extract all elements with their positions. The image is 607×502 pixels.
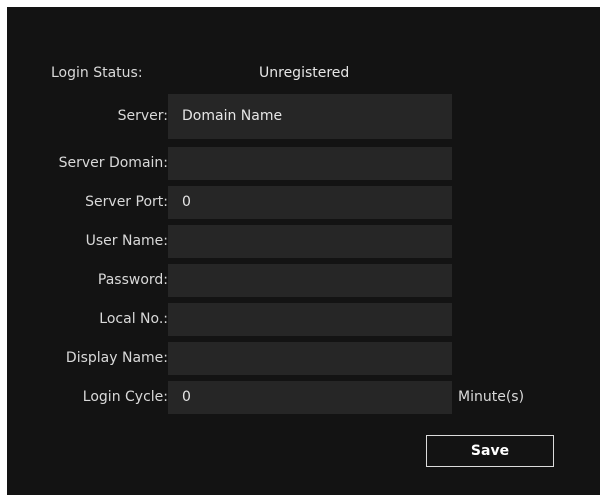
login-status-label: Login Status: [51, 65, 143, 81]
server-domain-row: Server Domain: [7, 147, 600, 180]
user-name-row: User Name: [7, 225, 600, 258]
login-status-row: Login Status: Unregistered [7, 57, 600, 90]
server-label: Server: [117, 108, 168, 124]
server-row: Server: Domain Name [7, 94, 600, 139]
server-port-input[interactable] [168, 186, 452, 219]
user-name-input[interactable] [168, 225, 452, 258]
display-name-input[interactable] [168, 342, 452, 375]
login-cycle-label: Login Cycle: [82, 389, 168, 405]
password-row: Password: [7, 264, 600, 297]
sip-settings-panel: Login Status: Unregistered Server: Domai… [7, 7, 600, 495]
display-name-label: Display Name: [65, 350, 168, 366]
local-no-label: Local No.: [99, 311, 168, 327]
server-domain-input[interactable] [168, 147, 452, 180]
local-no-row: Local No.: [7, 303, 600, 336]
display-name-row: Display Name: [7, 342, 600, 375]
server-port-row: Server Port: [7, 186, 600, 219]
login-status-value: Unregistered [259, 65, 350, 81]
login-cycle-input[interactable] [168, 381, 452, 414]
login-cycle-row: Login Cycle: Minute(s) [7, 381, 600, 414]
user-name-label: User Name: [85, 233, 168, 249]
server-select[interactable]: Domain Name [168, 94, 452, 139]
password-input[interactable] [168, 264, 452, 297]
server-domain-label: Server Domain: [58, 155, 168, 171]
password-label: Password: [97, 272, 168, 288]
server-port-label: Server Port: [85, 194, 168, 210]
local-no-input[interactable] [168, 303, 452, 336]
save-button[interactable]: Save [426, 435, 554, 467]
login-cycle-unit: Minute(s) [458, 389, 525, 405]
